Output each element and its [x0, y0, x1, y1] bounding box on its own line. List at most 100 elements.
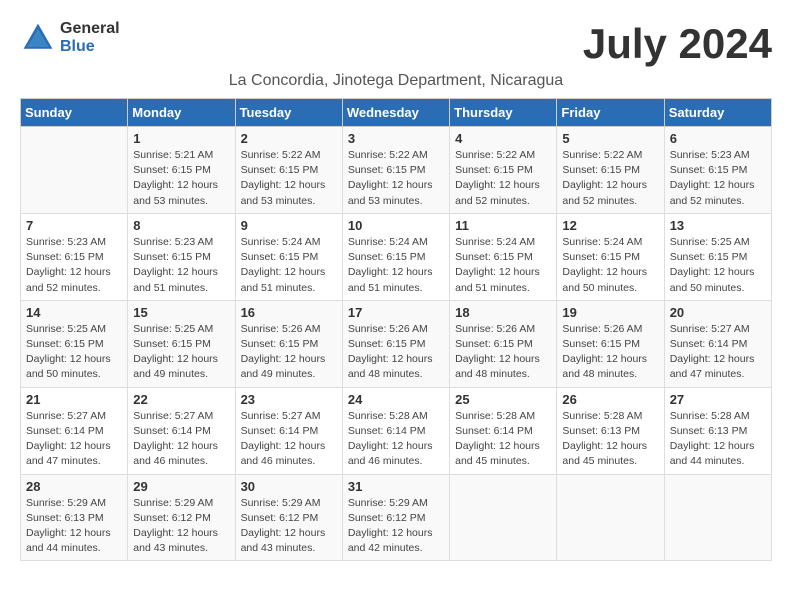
- day-info: Sunrise: 5:23 AM Sunset: 6:15 PM Dayligh…: [26, 235, 122, 296]
- day-number: 7: [26, 218, 122, 233]
- calendar-cell: 29Sunrise: 5:29 AM Sunset: 6:12 PM Dayli…: [128, 474, 235, 561]
- day-number: 30: [241, 479, 337, 494]
- day-number: 19: [562, 305, 658, 320]
- day-info: Sunrise: 5:21 AM Sunset: 6:15 PM Dayligh…: [133, 148, 229, 209]
- calendar-cell: 25Sunrise: 5:28 AM Sunset: 6:14 PM Dayli…: [450, 387, 557, 474]
- calendar-cell: 7 Sunrise: 5:23 AM Sunset: 6:15 PM Daylig…: [21, 213, 128, 300]
- calendar-cell: 21Sunrise: 5:27 AM Sunset: 6:14 PM Dayli…: [21, 387, 128, 474]
- calendar-week-row: 28 Sunrise: 5:29 AM Sunset: 6:13 PM Dayli…: [21, 474, 772, 561]
- weekday-header-row: SundayMondayTuesdayWednesdayThursdayFrid…: [21, 99, 772, 127]
- day-info: Sunrise: 5:29 AM Sunset: 6:12 PM Dayligh…: [348, 496, 444, 557]
- day-info: Sunrise: 5:24 AM Sunset: 6:15 PM Dayligh…: [348, 235, 444, 296]
- day-info: Sunrise: 5:28 AM Sunset: 6:13 PM Dayligh…: [562, 409, 658, 470]
- day-number: 18: [455, 305, 551, 320]
- month-year-title: July 2024: [583, 20, 772, 68]
- day-info: Sunrise: 5:22 AM Sunset: 6:15 PM Dayligh…: [241, 148, 337, 209]
- day-info: Sunrise: 5:25 AM Sunset: 6:15 PM Dayligh…: [133, 322, 229, 383]
- day-number: 31: [348, 479, 444, 494]
- day-number: 6: [670, 131, 766, 146]
- weekday-header-monday: Monday: [128, 99, 235, 127]
- day-info: Sunrise: 5:22 AM Sunset: 6:15 PM Dayligh…: [562, 148, 658, 209]
- calendar-cell: 18Sunrise: 5:26 AM Sunset: 6:15 PM Dayli…: [450, 300, 557, 387]
- weekday-header-sunday: Sunday: [21, 99, 128, 127]
- page-header: General Blue July 2024: [20, 20, 772, 68]
- calendar-cell: 3 Sunrise: 5:22 AM Sunset: 6:15 PM Daylig…: [342, 127, 449, 214]
- weekday-header-wednesday: Wednesday: [342, 99, 449, 127]
- day-info: Sunrise: 5:25 AM Sunset: 6:15 PM Dayligh…: [670, 235, 766, 296]
- calendar-cell: [557, 474, 664, 561]
- calendar-cell: [664, 474, 771, 561]
- day-number: 23: [241, 392, 337, 407]
- day-info: Sunrise: 5:22 AM Sunset: 6:15 PM Dayligh…: [455, 148, 551, 209]
- calendar-cell: 30Sunrise: 5:29 AM Sunset: 6:12 PM Dayli…: [235, 474, 342, 561]
- calendar-week-row: 21Sunrise: 5:27 AM Sunset: 6:14 PM Dayli…: [21, 387, 772, 474]
- day-number: 24: [348, 392, 444, 407]
- day-number: 1: [133, 131, 229, 146]
- day-number: 28: [26, 479, 122, 494]
- day-number: 10: [348, 218, 444, 233]
- calendar-week-row: 14 Sunrise: 5:25 AM Sunset: 6:15 PM Dayli…: [21, 300, 772, 387]
- weekday-header-tuesday: Tuesday: [235, 99, 342, 127]
- day-number: 27: [670, 392, 766, 407]
- day-info: Sunrise: 5:24 AM Sunset: 6:15 PM Dayligh…: [241, 235, 337, 296]
- day-info: Sunrise: 5:26 AM Sunset: 6:15 PM Dayligh…: [562, 322, 658, 383]
- calendar-cell: 14 Sunrise: 5:25 AM Sunset: 6:15 PM Dayli…: [21, 300, 128, 387]
- day-number: 4: [455, 131, 551, 146]
- weekday-header-saturday: Saturday: [664, 99, 771, 127]
- day-info: Sunrise: 5:23 AM Sunset: 6:15 PM Dayligh…: [670, 148, 766, 209]
- calendar-cell: 23Sunrise: 5:27 AM Sunset: 6:14 PM Dayli…: [235, 387, 342, 474]
- calendar-cell: 28 Sunrise: 5:29 AM Sunset: 6:13 PM Dayli…: [21, 474, 128, 561]
- calendar-cell: 22Sunrise: 5:27 AM Sunset: 6:14 PM Dayli…: [128, 387, 235, 474]
- calendar-cell: 1 Sunrise: 5:21 AM Sunset: 6:15 PM Daylig…: [128, 127, 235, 214]
- day-number: 21: [26, 392, 122, 407]
- weekday-header-friday: Friday: [557, 99, 664, 127]
- calendar-cell: 8Sunrise: 5:23 AM Sunset: 6:15 PM Daylig…: [128, 213, 235, 300]
- day-number: 3: [348, 131, 444, 146]
- day-number: 15: [133, 305, 229, 320]
- calendar-week-row: 7 Sunrise: 5:23 AM Sunset: 6:15 PM Daylig…: [21, 213, 772, 300]
- calendar-cell: 20Sunrise: 5:27 AM Sunset: 6:14 PM Dayli…: [664, 300, 771, 387]
- calendar-cell: 16Sunrise: 5:26 AM Sunset: 6:15 PM Dayli…: [235, 300, 342, 387]
- calendar-cell: 24Sunrise: 5:28 AM Sunset: 6:14 PM Dayli…: [342, 387, 449, 474]
- calendar-cell: 9 Sunrise: 5:24 AM Sunset: 6:15 PM Daylig…: [235, 213, 342, 300]
- day-number: 5: [562, 131, 658, 146]
- day-number: 26: [562, 392, 658, 407]
- calendar-cell: [21, 127, 128, 214]
- calendar-table: SundayMondayTuesdayWednesdayThursdayFrid…: [20, 98, 772, 561]
- calendar-cell: 10 Sunrise: 5:24 AM Sunset: 6:15 PM Dayli…: [342, 213, 449, 300]
- location-subtitle: La Concordia, Jinotega Department, Nicar…: [20, 72, 772, 90]
- day-info: Sunrise: 5:22 AM Sunset: 6:15 PM Dayligh…: [348, 148, 444, 209]
- calendar-cell: 12 Sunrise: 5:24 AM Sunset: 6:15 PM Dayli…: [557, 213, 664, 300]
- day-number: 13: [670, 218, 766, 233]
- calendar-cell: 31 Sunrise: 5:29 AM Sunset: 6:12 PM Dayli…: [342, 474, 449, 561]
- calendar-cell: 26 Sunrise: 5:28 AM Sunset: 6:13 PM Dayli…: [557, 387, 664, 474]
- calendar-cell: 5 Sunrise: 5:22 AM Sunset: 6:15 PM Daylig…: [557, 127, 664, 214]
- calendar-cell: 6 Sunrise: 5:23 AM Sunset: 6:15 PM Daylig…: [664, 127, 771, 214]
- day-info: Sunrise: 5:25 AM Sunset: 6:15 PM Dayligh…: [26, 322, 122, 383]
- day-info: Sunrise: 5:29 AM Sunset: 6:13 PM Dayligh…: [26, 496, 122, 557]
- calendar-cell: 19 Sunrise: 5:26 AM Sunset: 6:15 PM Dayli…: [557, 300, 664, 387]
- day-number: 17: [348, 305, 444, 320]
- day-number: 8: [133, 218, 229, 233]
- day-number: 12: [562, 218, 658, 233]
- calendar-week-row: 1 Sunrise: 5:21 AM Sunset: 6:15 PM Daylig…: [21, 127, 772, 214]
- day-info: Sunrise: 5:27 AM Sunset: 6:14 PM Dayligh…: [670, 322, 766, 383]
- day-info: Sunrise: 5:26 AM Sunset: 6:15 PM Dayligh…: [241, 322, 337, 383]
- day-info: Sunrise: 5:28 AM Sunset: 6:13 PM Dayligh…: [670, 409, 766, 470]
- day-number: 29: [133, 479, 229, 494]
- day-number: 9: [241, 218, 337, 233]
- calendar-cell: 27 Sunrise: 5:28 AM Sunset: 6:13 PM Dayli…: [664, 387, 771, 474]
- day-info: Sunrise: 5:24 AM Sunset: 6:15 PM Dayligh…: [562, 235, 658, 296]
- calendar-cell: 11Sunrise: 5:24 AM Sunset: 6:15 PM Dayli…: [450, 213, 557, 300]
- logo-text-general: General: [60, 20, 120, 37]
- calendar-cell: 4 Sunrise: 5:22 AM Sunset: 6:15 PM Daylig…: [450, 127, 557, 214]
- logo-icon: [20, 20, 56, 56]
- logo-text-blue: Blue: [60, 38, 95, 55]
- calendar-cell: 13 Sunrise: 5:25 AM Sunset: 6:15 PM Dayli…: [664, 213, 771, 300]
- day-info: Sunrise: 5:26 AM Sunset: 6:15 PM Dayligh…: [348, 322, 444, 383]
- calendar-cell: [450, 474, 557, 561]
- logo: General Blue: [20, 20, 120, 56]
- calendar-cell: 2 Sunrise: 5:22 AM Sunset: 6:15 PM Daylig…: [235, 127, 342, 214]
- day-number: 14: [26, 305, 122, 320]
- day-number: 2: [241, 131, 337, 146]
